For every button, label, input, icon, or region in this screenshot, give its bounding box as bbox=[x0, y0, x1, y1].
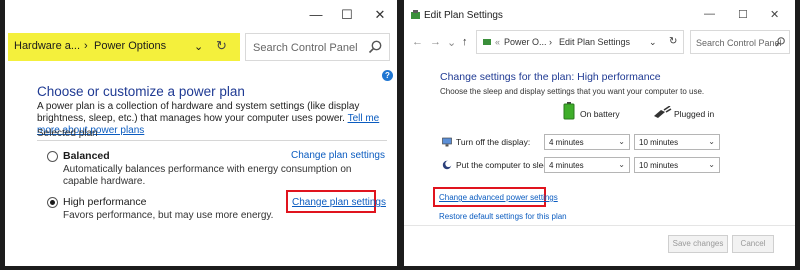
search-input[interactable]: Search Control Panel bbox=[690, 30, 790, 54]
select-value: 10 minutes bbox=[639, 138, 679, 147]
maximize-button[interactable]: ☐ bbox=[738, 8, 748, 21]
address-row: Hardware a... › Power Options ⌄ ↻ Search… bbox=[5, 33, 397, 63]
recent-locations-icon[interactable]: ⌄ bbox=[447, 36, 456, 49]
display-plugged-in-select[interactable]: 10 minutes ⌄ bbox=[634, 134, 720, 150]
help-icon[interactable]: ? bbox=[382, 70, 393, 81]
select-value: 10 minutes bbox=[639, 161, 679, 170]
plan-name-high-performance[interactable]: High performance bbox=[63, 196, 146, 208]
intro-description: A power plan is a collection of hardware… bbox=[37, 101, 360, 124]
maximize-button[interactable]: ☐ bbox=[332, 6, 362, 24]
display-on-battery-select[interactable]: 4 minutes ⌄ bbox=[544, 134, 630, 150]
cancel-button[interactable]: Cancel bbox=[732, 235, 774, 253]
power-options-icon bbox=[411, 10, 420, 19]
power-options-icon bbox=[483, 39, 491, 45]
chevron-down-icon[interactable]: ⌄ bbox=[649, 37, 657, 48]
search-icon bbox=[775, 37, 785, 47]
chevron-down-icon: ⌄ bbox=[708, 137, 715, 146]
plan-desc-high-performance: Favors performance, but may use more ene… bbox=[63, 210, 274, 221]
search-placeholder: Search Control Panel bbox=[696, 38, 782, 48]
restore-defaults-link[interactable]: Restore default settings for this plan bbox=[439, 212, 567, 221]
up-icon[interactable]: ↑ bbox=[462, 36, 468, 48]
plan-name-balanced[interactable]: Balanced bbox=[63, 150, 110, 162]
selected-plan-label: Selected plan bbox=[37, 128, 98, 139]
breadcrumb-separator: › bbox=[549, 37, 552, 47]
breadcrumb-edit-plan-settings[interactable]: Edit Plan Settings bbox=[559, 37, 630, 47]
chevron-down-icon[interactable]: ⌄ bbox=[194, 40, 203, 53]
breadcrumb-power-options[interactable]: Power O... bbox=[504, 37, 547, 47]
sleep-plugged-in-select[interactable]: 10 minutes ⌄ bbox=[634, 157, 720, 173]
monitor-icon bbox=[442, 137, 452, 147]
page-title: Change settings for the plan: High perfo… bbox=[440, 71, 661, 83]
moon-icon bbox=[442, 160, 452, 170]
save-changes-button[interactable]: Save changes bbox=[668, 235, 728, 253]
radio-balanced[interactable] bbox=[47, 151, 58, 162]
breadcrumb-separator: › bbox=[84, 40, 88, 52]
divider bbox=[404, 225, 795, 226]
page-title: Choose or customize a power plan bbox=[37, 84, 245, 99]
chevron-down-icon: ⌄ bbox=[618, 137, 625, 146]
plan-desc-balanced: Automatically balances performance with … bbox=[63, 164, 352, 187]
sleep-on-battery-select[interactable]: 4 minutes ⌄ bbox=[544, 157, 630, 173]
column-on-battery: On battery bbox=[580, 109, 620, 119]
window-title: Edit Plan Settings bbox=[424, 10, 503, 21]
column-plugged-in: Plugged in bbox=[674, 109, 715, 119]
chevron-down-icon: ⌄ bbox=[708, 160, 715, 169]
row-label-sleep: Put the computer to sleep: bbox=[456, 160, 556, 170]
search-input[interactable]: Search Control Panel bbox=[245, 33, 390, 61]
minimize-button[interactable]: — bbox=[704, 8, 715, 20]
search-icon bbox=[368, 40, 382, 54]
address-bar[interactable]: « Power O... › Edit Plan Settings ⌄ ↻ bbox=[476, 30, 684, 54]
address-bar[interactable]: Hardware a... › Power Options ⌄ ↻ bbox=[8, 33, 240, 61]
row-label-display: Turn off the display: bbox=[456, 137, 531, 147]
titlebar: — ☐ ✕ bbox=[5, 0, 397, 30]
refresh-icon[interactable]: ↻ bbox=[216, 38, 227, 54]
breadcrumb-hardware[interactable]: Hardware a... bbox=[14, 40, 80, 52]
radio-high-performance[interactable] bbox=[47, 197, 58, 208]
close-button[interactable]: ✕ bbox=[365, 6, 395, 24]
change-plan-settings-balanced-link[interactable]: Change plan settings bbox=[291, 150, 385, 161]
change-plan-settings-high-performance-link[interactable]: Change plan settings bbox=[292, 197, 386, 208]
search-placeholder: Search Control Panel bbox=[253, 42, 358, 54]
change-advanced-power-settings-link[interactable]: Change advanced power settings bbox=[439, 193, 558, 202]
power-options-window: — ☐ ✕ Hardware a... › Power Options ⌄ ↻ … bbox=[5, 0, 397, 266]
back-icon[interactable]: ← bbox=[412, 36, 423, 48]
edit-plan-settings-window: Edit Plan Settings — ☐ ✕ ← → ⌄ ↑ « Power… bbox=[404, 0, 795, 266]
plug-icon bbox=[654, 106, 672, 118]
breadcrumb-power-options[interactable]: Power Options bbox=[94, 40, 166, 52]
page-subtitle: Choose the sleep and display settings th… bbox=[440, 87, 705, 96]
refresh-icon[interactable]: ↻ bbox=[669, 36, 677, 47]
forward-icon[interactable]: → bbox=[430, 36, 441, 48]
battery-icon bbox=[563, 102, 575, 120]
select-value: 4 minutes bbox=[549, 161, 584, 170]
chevron-down-icon: ⌄ bbox=[618, 160, 625, 169]
minimize-button[interactable]: — bbox=[301, 6, 331, 24]
close-button[interactable]: ✕ bbox=[770, 8, 779, 21]
divider bbox=[37, 140, 387, 141]
select-value: 4 minutes bbox=[549, 138, 584, 147]
